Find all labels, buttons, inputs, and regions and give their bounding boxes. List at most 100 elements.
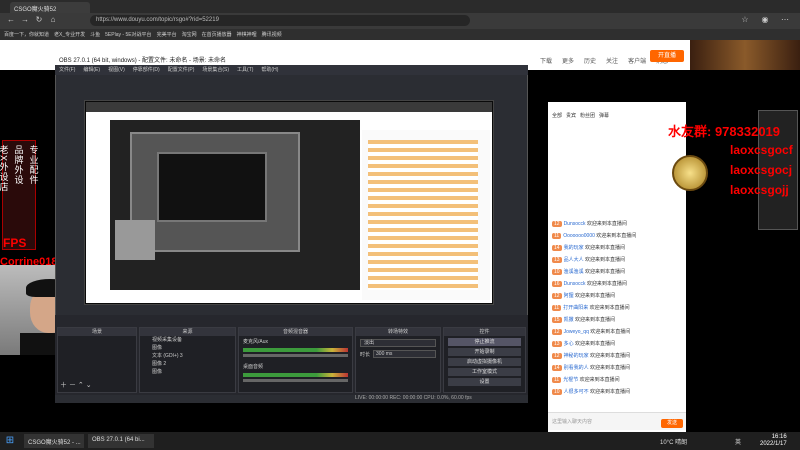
back-icon[interactable]: ← [6,15,16,25]
extensions-icon[interactable]: ☆ [740,15,750,25]
chat-username[interactable]: Joweyo_qq [564,329,589,335]
douyu-nav-item[interactable]: 客户端 [628,44,646,66]
refresh-icon[interactable]: ↻ [34,15,44,25]
recursive-obs-frame-inner [157,152,267,222]
chat-username[interactable]: 光棍节 [563,377,578,383]
chat-text: 欢迎来到本直播间 [574,293,615,299]
chat-message: 11 光棍节 欢迎来到本直播间 [552,376,682,386]
chat-username[interactable]: 多心 [564,341,574,347]
chat-username[interactable]: 别看我的人 [564,365,589,371]
desktop-volume-slider[interactable] [243,379,348,382]
obs-menu-item[interactable]: 帮助(H) [261,66,278,74]
obs-menu-item[interactable]: 停靠部件(D) [133,66,160,74]
user-level-badge: 10 [552,389,562,395]
bookmark-item[interactable]: 在首页播放器 [202,31,232,38]
chat-username[interactable]: Dunsocck [564,221,586,227]
obs-menu-item[interactable]: 场景集合(S) [202,66,229,74]
duration-input[interactable]: 300 ms [373,350,436,358]
studio-mode-button[interactable]: 工作室模式 [448,368,521,376]
bookmark-item[interactable]: 百度一下，你就知道 [4,31,49,38]
chat-username[interactable]: 神秘的玩家 [564,353,589,359]
taskbar-obs[interactable]: OBS 27.0.1 (64 bi... [88,434,154,448]
mixer-title: 音频混音器 [239,328,352,336]
mic-volume-slider[interactable] [243,354,348,357]
chat-message: 12 神秘的玩家 欢迎来到本直播间 [552,352,682,362]
chat-message: 10 渔溪渔溪 欢迎来到本直播间 [552,268,682,278]
source-item[interactable]: 图像 [140,344,235,352]
recursive-obs-frame [130,132,300,252]
bookmark-item[interactable]: 腾讯视频 [262,31,282,38]
obs-menu-item[interactable]: 配置文件(P) [168,66,195,74]
chat-username[interactable]: Dunsocck [564,281,586,287]
bookmark-item[interactable]: 老X_专业开发 [54,31,85,38]
obs-menu-item[interactable]: 工具(T) [237,66,253,74]
transition-select[interactable]: 淡出 [360,339,436,347]
user-level-badge: 15 [552,317,562,323]
desktop-meter [243,373,348,377]
douyu-nav-item[interactable]: 更多 [562,44,574,66]
chat-tab[interactable]: 贵宾 [566,112,576,120]
taskbar-browser[interactable]: CSGO魔火骑52 - ... [24,434,84,448]
chat-username[interactable]: 我的玩家 [564,245,584,251]
chat-tab[interactable]: 粉丝团 [580,112,595,120]
bookmark-item[interactable]: 淘宝网 [182,31,197,38]
chat-username[interactable]: 人很多可不 [564,389,589,395]
douyu-nav-item[interactable]: 下载 [540,44,552,66]
source-item[interactable]: 视频采集设备 [140,336,235,344]
bookmark-item[interactable]: 5EPlay - 5E对战平台 [105,31,151,38]
add-scene-icon[interactable]: ＋ － ⌃ ⌄ [60,380,92,390]
forward-icon[interactable]: → [20,15,30,25]
home-icon[interactable]: ⌂ [48,15,58,25]
ad-line-1: 品牌外设 [13,145,24,185]
windows-start-icon[interactable]: ⊞ [4,435,16,447]
chat-username[interactable]: 渔溪渔溪 [564,269,584,275]
chat-text: 欢迎来到本直播间 [584,257,625,263]
clock[interactable]: 16:16 2022/1/17 [760,434,787,448]
transitions-panel: 转场特效 淡出 时长 300 ms [355,327,441,393]
recursive-stream [110,120,360,290]
chat-tab[interactable]: 全部 [552,112,562,120]
source-item[interactable]: 图像 2 [140,360,235,368]
settings-button[interactable]: 设置 [448,378,521,386]
chat-username[interactable]: Ooooooo0000 [563,233,595,239]
user-level-badge: 13 [552,257,562,263]
chat-message: 14 别看我的人 欢迎来到本直播间 [552,364,682,374]
clock-date: 2022/1/17 [760,441,787,447]
ime-indicator[interactable]: 英 [735,437,741,446]
user-level-badge: 12 [552,329,562,335]
chat-username[interactable]: 阿狸 [564,293,574,299]
menu-icon[interactable]: ⋯ [780,15,790,25]
obs-menu-item[interactable]: 编辑(E) [83,66,100,74]
chat-username[interactable]: 品人大人 [564,257,584,263]
bookmark-item[interactable]: 完美平台 [157,31,177,38]
address-input[interactable]: https://www.douyu.com/topic/rsgo#?rid=52… [90,15,470,26]
douyu-nav-item[interactable]: 历史 [584,44,596,66]
user-level-badge: 14 [552,245,562,251]
chat-text: 欢迎来到本直播间 [584,269,625,275]
controls-title: 控件 [444,328,525,336]
open-stream-button[interactable]: 开直播 [650,50,684,62]
chat-message: 12 Dunsocck 欢迎来到本直播间 [552,220,682,230]
weather-widget[interactable]: 10°C 晴朗 [660,437,687,446]
source-item[interactable]: 文本 (GDI+) 3 [140,352,235,360]
mic-meter [243,348,348,352]
send-button[interactable]: 发送 [661,419,683,428]
virtual-camera-button[interactable]: 启动虚拟摄像机 [448,358,521,366]
chat-username[interactable]: 凯撒 [564,317,574,323]
stop-stream-button[interactable]: 停止推流 [448,338,521,346]
profile-icon[interactable]: ◉ [760,15,770,25]
chat-message: 15 凯撒 欢迎来到本直播间 [552,316,682,326]
bookmarks-bar: 百度一下，你就知道 老X_专业开发 斗鱼 5EPlay - 5E对战平台 完美平台 淘宝网… [0,29,800,40]
douyu-nav-item[interactable]: 关注 [606,44,618,66]
bookmark-item[interactable]: 神棋神哩 [237,31,257,38]
start-recording-button[interactable]: 开始录制 [448,348,521,356]
sources-panel: 来源 视频采集设备 图像 文本 (GDI+) 3 图像 2 图像 [139,327,236,393]
bookmark-item[interactable]: 斗鱼 [90,31,100,38]
source-item[interactable]: 图像 [140,368,235,376]
obs-menu-item[interactable]: 视图(V) [108,66,125,74]
fps-label: FPS [3,236,27,250]
chat-tab[interactable]: 弹幕 [599,112,609,120]
obs-menu-item[interactable]: 文件(F) [59,66,75,74]
browser-tab[interactable]: CSGO魔火骑52 [10,2,90,13]
chat-username[interactable]: 打开曲阳来 [563,305,588,311]
